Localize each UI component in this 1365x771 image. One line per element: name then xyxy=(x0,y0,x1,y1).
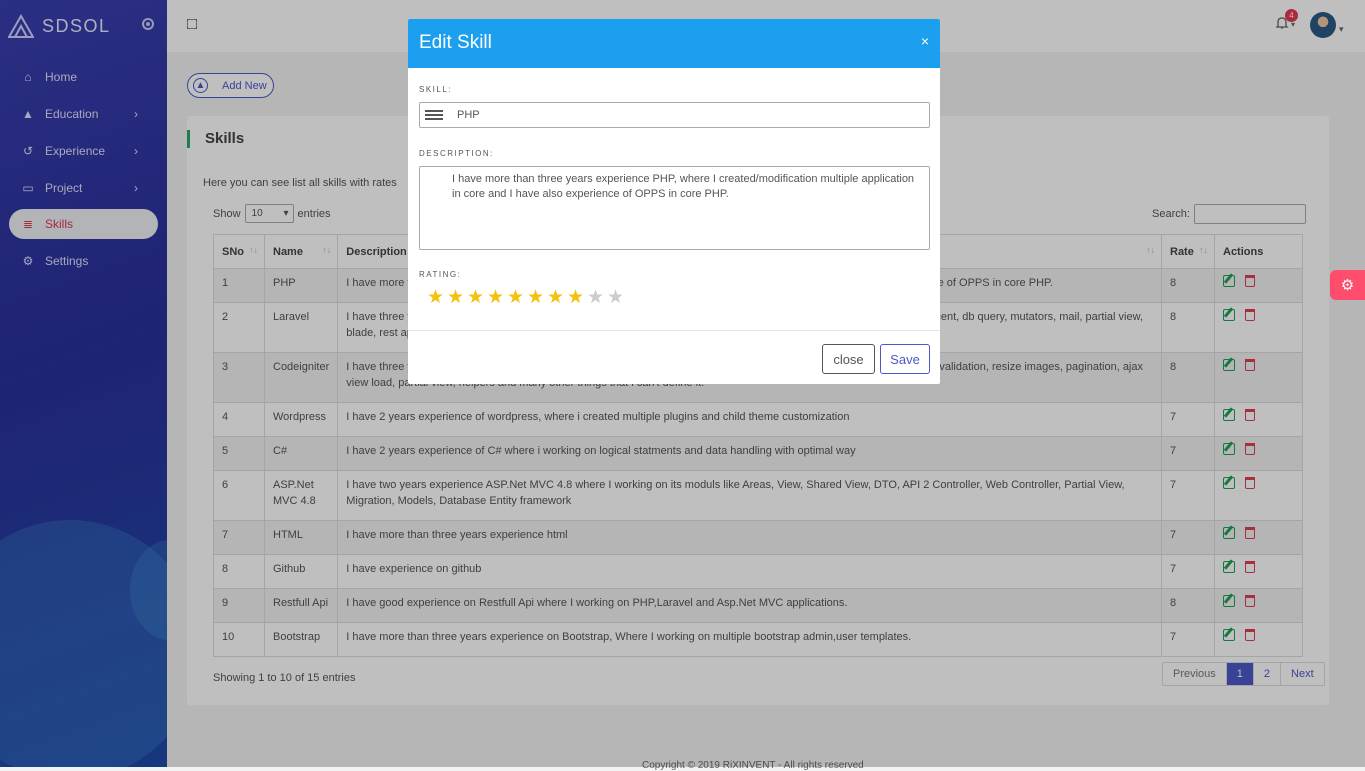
star-icon[interactable]: ★ xyxy=(426,288,445,308)
star-icon[interactable]: ★ xyxy=(586,288,605,308)
star-icon[interactable]: ★ xyxy=(486,288,505,308)
skill-input[interactable]: PHP xyxy=(419,102,930,128)
star-icon[interactable]: ★ xyxy=(606,288,625,308)
rating-label: RATING: xyxy=(419,270,462,279)
close-icon[interactable]: × xyxy=(921,33,929,49)
star-icon[interactable]: ★ xyxy=(526,288,545,308)
settings-panel-toggle[interactable]: ⚙ xyxy=(1330,270,1365,300)
star-icon[interactable]: ★ xyxy=(446,288,465,308)
description-textarea[interactable]: I have more than three years experience … xyxy=(419,166,930,250)
list-icon xyxy=(425,109,443,121)
modal-header: Edit Skill × xyxy=(408,19,940,68)
edit-skill-modal: Edit Skill × SKILL: PHP DESCRIPTION: I h… xyxy=(408,19,940,384)
rating-stars[interactable]: ★ ★ ★ ★ ★ ★ ★ ★ ★ ★ xyxy=(426,288,626,308)
description-label: DESCRIPTION: xyxy=(419,149,494,158)
gear-icon: ⚙ xyxy=(1340,277,1355,294)
skill-label: SKILL: xyxy=(419,85,453,94)
modal-title: Edit Skill xyxy=(419,32,492,53)
star-icon[interactable]: ★ xyxy=(546,288,565,308)
close-button[interactable]: close xyxy=(822,344,875,374)
save-button[interactable]: Save xyxy=(880,344,930,374)
modal-divider xyxy=(408,330,940,331)
skill-value: PHP xyxy=(457,109,480,121)
star-icon[interactable]: ★ xyxy=(466,288,485,308)
star-icon[interactable]: ★ xyxy=(566,288,585,308)
star-icon[interactable]: ★ xyxy=(506,288,525,308)
